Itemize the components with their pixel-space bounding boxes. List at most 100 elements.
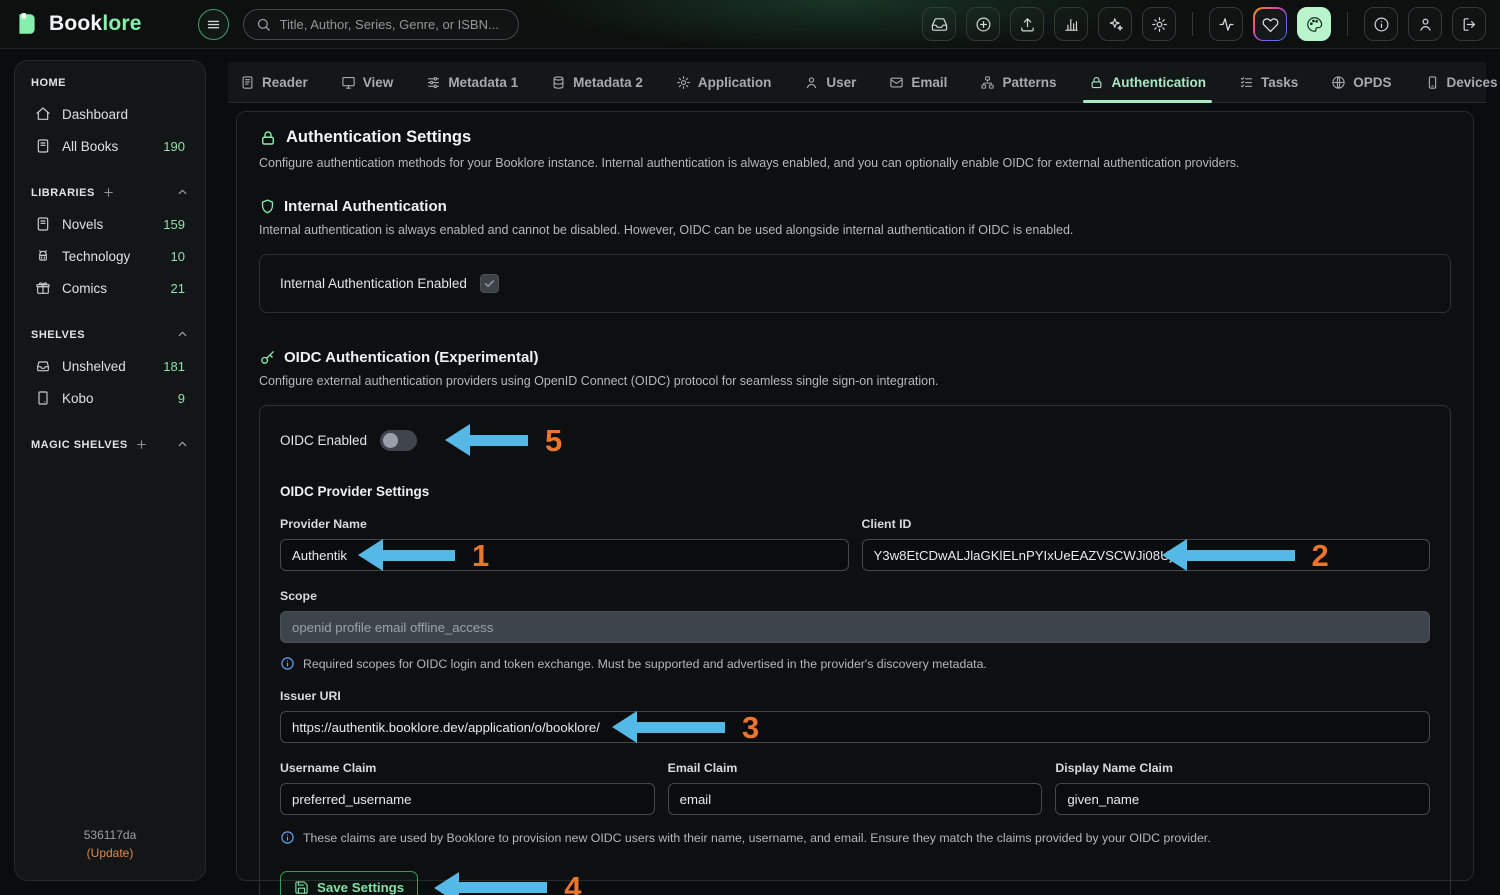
- tab-metadata-2[interactable]: Metadata 2: [551, 62, 643, 102]
- client-id-input[interactable]: [862, 539, 1431, 571]
- sidebar-section-home: HOME: [31, 77, 189, 89]
- menu-toggle-button[interactable]: [198, 9, 229, 40]
- logout-icon[interactable]: [1452, 7, 1486, 41]
- oidc-desc: Configure external authentication provid…: [259, 374, 1451, 388]
- sidebar-section-magic-shelves: MAGIC SHELVES: [31, 438, 189, 451]
- issuer-uri-input[interactable]: [280, 711, 1430, 743]
- sidebar-item-label: Kobo: [62, 391, 94, 406]
- provider-name-input[interactable]: [280, 539, 849, 571]
- save-icon: [294, 880, 309, 895]
- sidebar-item-novels[interactable]: Novels 159: [28, 209, 192, 239]
- home-icon: [35, 106, 51, 122]
- sidebar-item-all-books[interactable]: All Books 190: [28, 131, 192, 161]
- book-icon: [35, 138, 51, 154]
- build-version: 536117da: [28, 827, 192, 844]
- email-claim-label: Email Claim: [668, 761, 1043, 775]
- username-claim-field: Username Claim: [280, 761, 655, 815]
- sidebar-item-comics[interactable]: Comics 21: [28, 273, 192, 303]
- user-account-icon[interactable]: [1408, 7, 1442, 41]
- sidebar-item-label: Unshelved: [62, 359, 126, 374]
- add-magic-shelf-icon[interactable]: [135, 438, 148, 451]
- ereader-icon: [35, 390, 51, 406]
- stats-icon[interactable]: [1054, 7, 1088, 41]
- scope-input: [280, 611, 1430, 643]
- settings-tabbar: Reader View Metadata 1 Metadata 2 Applic…: [228, 62, 1486, 103]
- sidebar-item-kobo[interactable]: Kobo 9: [28, 383, 192, 413]
- display-name-claim-label: Display Name Claim: [1055, 761, 1430, 775]
- book-icon: [35, 216, 51, 232]
- info-icon[interactable]: [1364, 7, 1398, 41]
- shield-icon: [259, 198, 276, 215]
- tab-devices[interactable]: Devices: [1425, 62, 1498, 102]
- issuer-uri-field: Issuer URI 3: [280, 689, 1430, 743]
- lock-icon: [259, 129, 277, 147]
- sidebar-item-dashboard[interactable]: Dashboard: [28, 99, 192, 129]
- header-divider: [1192, 12, 1193, 36]
- tab-patterns[interactable]: Patterns: [980, 62, 1056, 102]
- upload-icon[interactable]: [1010, 7, 1044, 41]
- tab-tasks[interactable]: Tasks: [1239, 62, 1298, 102]
- tray-icon: [35, 358, 51, 374]
- sidebar-section-libraries: LIBRARIES: [31, 186, 189, 199]
- sidebar-item-unshelved[interactable]: Unshelved 181: [28, 351, 192, 381]
- tab-authentication[interactable]: Authentication: [1089, 62, 1206, 102]
- oidc-title: OIDC Authentication (Experimental): [284, 349, 538, 366]
- display-name-claim-input[interactable]: [1055, 783, 1430, 815]
- settings-gear-icon[interactable]: [1142, 7, 1176, 41]
- tab-view[interactable]: View: [341, 62, 394, 102]
- save-settings-button[interactable]: Save Settings: [280, 871, 418, 895]
- sidebar-section-shelves: SHELVES: [31, 328, 189, 341]
- page-subtitle: Configure authentication methods for you…: [259, 156, 1451, 170]
- email-claim-field: Email Claim: [668, 761, 1043, 815]
- tab-reader[interactable]: Reader: [240, 62, 308, 102]
- sparkles-icon[interactable]: [1098, 7, 1132, 41]
- tab-application[interactable]: Application: [676, 62, 772, 102]
- sidebar-item-label: All Books: [62, 139, 118, 154]
- sidebar-item-technology[interactable]: Technology 10: [28, 241, 192, 271]
- collapse-chevron-icon[interactable]: [176, 438, 189, 451]
- issuer-uri-label: Issuer URI: [280, 689, 1430, 703]
- oidc-enabled-toggle[interactable]: [380, 430, 417, 451]
- favorites-heart-icon[interactable]: [1253, 7, 1287, 41]
- collapse-chevron-icon[interactable]: [176, 328, 189, 341]
- tab-opds[interactable]: OPDS: [1331, 62, 1391, 102]
- item-count: 181: [163, 359, 185, 374]
- scope-field: Scope: [280, 589, 1430, 643]
- sidebar-item-label: Dashboard: [62, 107, 128, 122]
- key-icon: [259, 349, 276, 366]
- internal-auth-card: Internal Authentication Enabled: [259, 254, 1451, 313]
- info-circle-icon: [280, 656, 295, 671]
- item-count: 10: [171, 249, 185, 264]
- internal-auth-checkbox[interactable]: [480, 274, 499, 293]
- item-count: 159: [163, 217, 185, 232]
- scope-label: Scope: [280, 589, 1430, 603]
- app-header: Booklore: [0, 0, 1500, 49]
- inbox-icon[interactable]: [922, 7, 956, 41]
- add-icon[interactable]: [966, 7, 1000, 41]
- search-icon: [256, 17, 271, 32]
- item-count: 190: [163, 139, 185, 154]
- username-claim-input[interactable]: [280, 783, 655, 815]
- collapse-chevron-icon[interactable]: [176, 186, 189, 199]
- app-title: Booklore: [49, 12, 142, 36]
- annotation-arrow-4: 4: [434, 872, 581, 895]
- sidebar: HOME Dashboard All Books 190 LIBRARIES N…: [14, 60, 206, 881]
- theme-palette-icon[interactable]: [1297, 7, 1331, 41]
- search-input[interactable]: [280, 17, 506, 32]
- tab-user[interactable]: User: [804, 62, 856, 102]
- email-claim-input[interactable]: [668, 783, 1043, 815]
- global-search[interactable]: [243, 9, 519, 40]
- activity-icon[interactable]: [1209, 7, 1243, 41]
- tab-metadata-1[interactable]: Metadata 1: [426, 62, 518, 102]
- tab-email[interactable]: Email: [889, 62, 947, 102]
- client-id-field: Client ID 2: [862, 517, 1431, 571]
- app-logo[interactable]: Booklore: [14, 11, 142, 37]
- update-link[interactable]: (Update): [28, 845, 192, 862]
- oidc-provider-settings-title: OIDC Provider Settings: [280, 484, 1430, 499]
- sidebar-item-label: Technology: [62, 249, 130, 264]
- display-name-claim-field: Display Name Claim: [1055, 761, 1430, 815]
- add-library-icon[interactable]: [102, 186, 115, 199]
- gift-icon: [35, 280, 51, 296]
- page-title: Authentication Settings: [286, 128, 471, 147]
- provider-name-field: Provider Name 1: [280, 517, 849, 571]
